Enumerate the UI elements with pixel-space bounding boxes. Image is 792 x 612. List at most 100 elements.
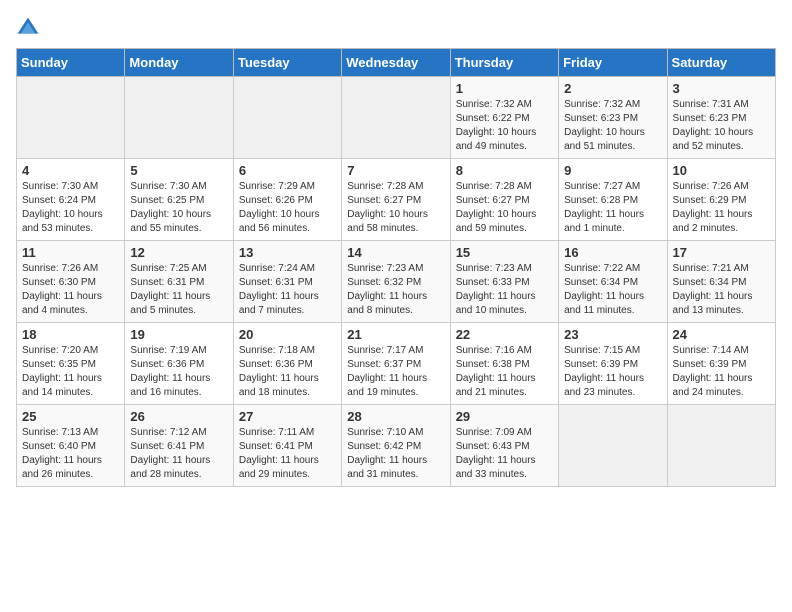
- day-number: 26: [130, 409, 227, 424]
- day-number: 27: [239, 409, 336, 424]
- day-info: Sunrise: 7:15 AMSunset: 6:39 PMDaylight:…: [564, 345, 644, 398]
- day-info: Sunrise: 7:28 AMSunset: 6:27 PMDaylight:…: [347, 181, 428, 234]
- day-info: Sunrise: 7:22 AMSunset: 6:34 PMDaylight:…: [564, 263, 644, 316]
- day-info: Sunrise: 7:24 AMSunset: 6:31 PMDaylight:…: [239, 263, 319, 316]
- calendar-day-cell: 10 Sunrise: 7:26 AMSunset: 6:29 PMDayligh…: [667, 159, 775, 241]
- day-number: 29: [456, 409, 553, 424]
- day-number: 24: [673, 327, 770, 342]
- calendar-table: SundayMondayTuesdayWednesdayThursdayFrid…: [16, 48, 776, 487]
- calendar-day-cell: 22 Sunrise: 7:16 AMSunset: 6:38 PMDayligh…: [450, 323, 558, 405]
- calendar-day-cell: 14 Sunrise: 7:23 AMSunset: 6:32 PMDayligh…: [342, 241, 450, 323]
- calendar-day-cell: 29 Sunrise: 7:09 AMSunset: 6:43 PMDayligh…: [450, 405, 558, 487]
- calendar-day-cell: 20Sunrise: 7:18 AMSunset: 6:36 PMDayligh…: [233, 323, 341, 405]
- calendar-day-cell: 9 Sunrise: 7:27 AMSunset: 6:28 PMDaylight…: [559, 159, 667, 241]
- day-info: Sunrise: 7:10 AMSunset: 6:42 PMDaylight:…: [347, 427, 427, 480]
- day-info: Sunrise: 7:18 AMSunset: 6:36 PMDaylight:…: [239, 345, 319, 398]
- calendar-day-cell: 11 Sunrise: 7:26 AMSunset: 6:30 PMDayligh…: [17, 241, 125, 323]
- day-info: Sunrise: 7:28 AMSunset: 6:27 PMDaylight:…: [456, 181, 537, 234]
- weekday-header-cell: Wednesday: [342, 49, 450, 77]
- weekday-header-row: SundayMondayTuesdayWednesdayThursdayFrid…: [17, 49, 776, 77]
- calendar-day-cell: 13 Sunrise: 7:24 AMSunset: 6:31 PMDayligh…: [233, 241, 341, 323]
- logo-icon: [16, 16, 40, 40]
- calendar-day-cell: 21 Sunrise: 7:17 AMSunset: 6:37 PMDayligh…: [342, 323, 450, 405]
- calendar-day-cell: [559, 405, 667, 487]
- day-info: Sunrise: 7:12 AMSunset: 6:41 PMDaylight:…: [130, 427, 210, 480]
- day-info: Sunrise: 7:23 AMSunset: 6:32 PMDaylight:…: [347, 263, 427, 316]
- calendar-day-cell: 5 Sunrise: 7:30 AMSunset: 6:25 PMDaylight…: [125, 159, 233, 241]
- day-number: 2: [564, 81, 661, 96]
- day-number: 3: [673, 81, 770, 96]
- calendar-day-cell: 17Sunrise: 7:21 AMSunset: 6:34 PMDayligh…: [667, 241, 775, 323]
- day-info: Sunrise: 7:11 AMSunset: 6:41 PMDaylight:…: [239, 427, 319, 480]
- calendar-day-cell: 26 Sunrise: 7:12 AMSunset: 6:41 PMDayligh…: [125, 405, 233, 487]
- logo: [16, 16, 44, 40]
- day-number: 12: [130, 245, 227, 260]
- weekday-header-cell: Monday: [125, 49, 233, 77]
- calendar-day-cell: 4 Sunrise: 7:30 AMSunset: 6:24 PMDaylight…: [17, 159, 125, 241]
- calendar-day-cell: 15Sunrise: 7:23 AMSunset: 6:33 PMDayligh…: [450, 241, 558, 323]
- day-number: 5: [130, 163, 227, 178]
- day-info: Sunrise: 7:27 AMSunset: 6:28 PMDaylight:…: [564, 181, 644, 234]
- day-number: 21: [347, 327, 444, 342]
- calendar-day-cell: 16Sunrise: 7:22 AMSunset: 6:34 PMDayligh…: [559, 241, 667, 323]
- day-number: 11: [22, 245, 119, 260]
- day-number: 6: [239, 163, 336, 178]
- day-info: Sunrise: 7:32 AMSunset: 6:23 PMDaylight:…: [564, 99, 645, 152]
- day-info: Sunrise: 7:26 AMSunset: 6:30 PMDaylight:…: [22, 263, 102, 316]
- calendar-day-cell: [125, 77, 233, 159]
- calendar-day-cell: 24 Sunrise: 7:14 AMSunset: 6:39 PMDayligh…: [667, 323, 775, 405]
- calendar-week-row: 4 Sunrise: 7:30 AMSunset: 6:24 PMDaylight…: [17, 159, 776, 241]
- calendar-week-row: 25 Sunrise: 7:13 AMSunset: 6:40 PMDayligh…: [17, 405, 776, 487]
- day-number: 19: [130, 327, 227, 342]
- day-number: 9: [564, 163, 661, 178]
- calendar-day-cell: 2 Sunrise: 7:32 AMSunset: 6:23 PMDaylight…: [559, 77, 667, 159]
- calendar-day-cell: 6 Sunrise: 7:29 AMSunset: 6:26 PMDaylight…: [233, 159, 341, 241]
- day-info: Sunrise: 7:20 AMSunset: 6:35 PMDaylight:…: [22, 345, 102, 398]
- calendar-day-cell: [342, 77, 450, 159]
- day-info: Sunrise: 7:14 AMSunset: 6:39 PMDaylight:…: [673, 345, 753, 398]
- day-info: Sunrise: 7:30 AMSunset: 6:25 PMDaylight:…: [130, 181, 211, 234]
- day-number: 28: [347, 409, 444, 424]
- day-number: 4: [22, 163, 119, 178]
- calendar-day-cell: [233, 77, 341, 159]
- day-number: 7: [347, 163, 444, 178]
- day-info: Sunrise: 7:26 AMSunset: 6:29 PMDaylight:…: [673, 181, 753, 234]
- day-info: Sunrise: 7:21 AMSunset: 6:34 PMDaylight:…: [673, 263, 753, 316]
- day-info: Sunrise: 7:29 AMSunset: 6:26 PMDaylight:…: [239, 181, 320, 234]
- day-number: 18: [22, 327, 119, 342]
- day-number: 13: [239, 245, 336, 260]
- day-info: Sunrise: 7:13 AMSunset: 6:40 PMDaylight:…: [22, 427, 102, 480]
- weekday-header-cell: Sunday: [17, 49, 125, 77]
- calendar-day-cell: [17, 77, 125, 159]
- day-number: 14: [347, 245, 444, 260]
- day-number: 1: [456, 81, 553, 96]
- day-info: Sunrise: 7:25 AMSunset: 6:31 PMDaylight:…: [130, 263, 210, 316]
- weekday-header-cell: Saturday: [667, 49, 775, 77]
- calendar-day-cell: 18 Sunrise: 7:20 AMSunset: 6:35 PMDayligh…: [17, 323, 125, 405]
- calendar-day-cell: 12 Sunrise: 7:25 AMSunset: 6:31 PMDayligh…: [125, 241, 233, 323]
- calendar-day-cell: 23Sunrise: 7:15 AMSunset: 6:39 PMDayligh…: [559, 323, 667, 405]
- day-info: Sunrise: 7:17 AMSunset: 6:37 PMDaylight:…: [347, 345, 427, 398]
- calendar-day-cell: 3 Sunrise: 7:31 AMSunset: 6:23 PMDaylight…: [667, 77, 775, 159]
- day-info: Sunrise: 7:31 AMSunset: 6:23 PMDaylight:…: [673, 99, 754, 152]
- calendar-day-cell: 19Sunrise: 7:19 AMSunset: 6:36 PMDayligh…: [125, 323, 233, 405]
- day-number: 15: [456, 245, 553, 260]
- day-number: 22: [456, 327, 553, 342]
- calendar-day-cell: 25 Sunrise: 7:13 AMSunset: 6:40 PMDayligh…: [17, 405, 125, 487]
- day-number: 10: [673, 163, 770, 178]
- calendar-day-cell: [667, 405, 775, 487]
- weekday-header-cell: Friday: [559, 49, 667, 77]
- day-number: 25: [22, 409, 119, 424]
- day-number: 8: [456, 163, 553, 178]
- day-info: Sunrise: 7:32 AMSunset: 6:22 PMDaylight:…: [456, 99, 537, 152]
- calendar-week-row: 11 Sunrise: 7:26 AMSunset: 6:30 PMDayligh…: [17, 241, 776, 323]
- header: [16, 16, 776, 40]
- calendar-week-row: 1 Sunrise: 7:32 AMSunset: 6:22 PMDaylight…: [17, 77, 776, 159]
- day-info: Sunrise: 7:30 AMSunset: 6:24 PMDaylight:…: [22, 181, 103, 234]
- day-info: Sunrise: 7:09 AMSunset: 6:43 PMDaylight:…: [456, 427, 536, 480]
- calendar-week-row: 18 Sunrise: 7:20 AMSunset: 6:35 PMDayligh…: [17, 323, 776, 405]
- calendar-day-cell: 28 Sunrise: 7:10 AMSunset: 6:42 PMDayligh…: [342, 405, 450, 487]
- day-info: Sunrise: 7:16 AMSunset: 6:38 PMDaylight:…: [456, 345, 536, 398]
- calendar-body: 1 Sunrise: 7:32 AMSunset: 6:22 PMDaylight…: [17, 77, 776, 487]
- calendar-day-cell: 27 Sunrise: 7:11 AMSunset: 6:41 PMDayligh…: [233, 405, 341, 487]
